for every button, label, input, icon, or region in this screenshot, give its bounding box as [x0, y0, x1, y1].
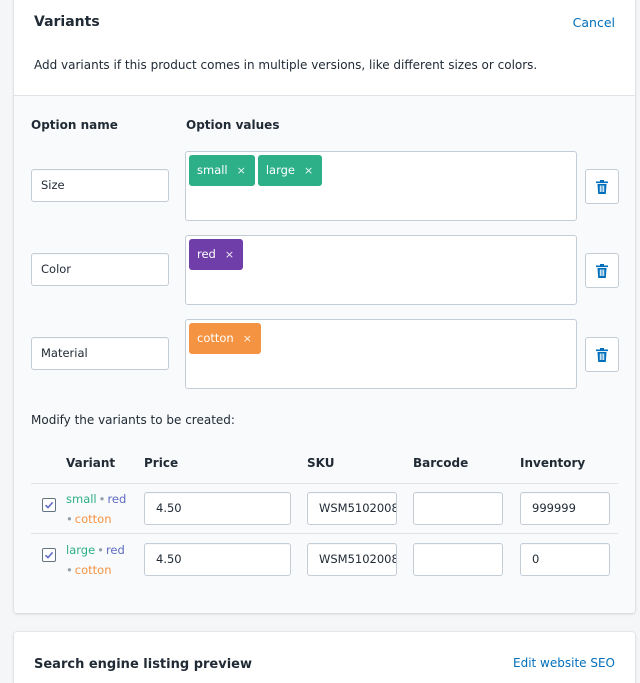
variant-size: large: [66, 543, 96, 557]
tag-label: small: [197, 163, 228, 177]
variants-card: Variants Cancel Add variants if this pro…: [14, 0, 635, 613]
table-divider: [31, 533, 618, 534]
sku-input[interactable]: WSM5102008: [307, 543, 397, 576]
variant-name: small • red • cotton: [66, 489, 126, 529]
barcode-column-header: Barcode: [413, 456, 469, 470]
price-input[interactable]: 4.50: [144, 543, 291, 576]
remove-tag-icon[interactable]: ×: [225, 239, 234, 270]
edit-website-seo-link[interactable]: Edit website SEO: [513, 656, 615, 670]
barcode-input[interactable]: [413, 543, 503, 576]
option-tag: cotton ×: [189, 323, 261, 354]
variant-material: cotton: [74, 563, 112, 577]
price-input[interactable]: 4.50: [144, 492, 291, 525]
inventory-input[interactable]: 0: [520, 543, 610, 576]
variant-separator: •: [66, 512, 73, 526]
trash-icon: [596, 347, 608, 362]
cancel-link[interactable]: Cancel: [573, 15, 615, 30]
variant-separator: •: [66, 563, 73, 577]
delete-option-button[interactable]: [585, 253, 619, 288]
option-tag: small ×: [189, 155, 255, 186]
trash-icon: [596, 263, 608, 278]
price-column-header: Price: [144, 456, 179, 470]
checkmark-icon: [44, 551, 54, 559]
sku-column-header: SKU: [307, 456, 335, 470]
tag-label: red: [197, 247, 216, 261]
option-values-input-color[interactable]: red ×: [185, 235, 577, 305]
variant-separator: •: [97, 543, 104, 557]
trash-icon: [596, 179, 608, 194]
inventory-column-header: Inventory: [520, 456, 586, 470]
table-divider: [31, 483, 618, 484]
modify-variants-label: Modify the variants to be created:: [31, 413, 235, 427]
variant-size: small: [66, 492, 97, 506]
option-values-input-size[interactable]: small × large ×: [185, 151, 577, 221]
option-name-input-size[interactable]: Size: [31, 169, 169, 202]
barcode-input[interactable]: [413, 492, 503, 525]
variants-title: Variants: [34, 14, 100, 30]
variant-column-header: Variant: [66, 456, 116, 470]
delete-option-button[interactable]: [585, 169, 619, 204]
inventory-input[interactable]: 999999: [520, 492, 610, 525]
option-name-input-color[interactable]: Color: [31, 253, 169, 286]
option-values-input-material[interactable]: cotton ×: [185, 319, 577, 389]
seo-card: Search engine listing preview Edit websi…: [14, 632, 635, 683]
remove-tag-icon[interactable]: ×: [304, 155, 313, 186]
option-tag: red ×: [189, 239, 244, 270]
variant-material: cotton: [74, 512, 112, 526]
option-name-input-material[interactable]: Material: [31, 337, 169, 370]
delete-option-button[interactable]: [585, 337, 619, 372]
seo-title: Search engine listing preview: [34, 657, 252, 672]
sku-input[interactable]: WSM5102008: [307, 492, 397, 525]
tag-label: cotton: [197, 331, 234, 345]
option-values-header: Option values: [186, 118, 280, 132]
variant-color: red: [107, 492, 127, 506]
variants-description: Add variants if this product comes in mu…: [34, 58, 538, 72]
checkmark-icon: [44, 501, 54, 509]
tag-label: large: [265, 163, 296, 177]
remove-tag-icon[interactable]: ×: [243, 323, 252, 354]
option-name-header: Option name: [31, 118, 118, 132]
option-tag: large ×: [257, 155, 323, 186]
variant-separator: •: [98, 492, 106, 506]
variant-checkbox[interactable]: [42, 548, 56, 562]
variant-name: large • red • cotton: [66, 540, 125, 580]
remove-tag-icon[interactable]: ×: [237, 155, 246, 186]
variant-checkbox[interactable]: [42, 498, 56, 512]
variant-color: red: [105, 543, 125, 557]
